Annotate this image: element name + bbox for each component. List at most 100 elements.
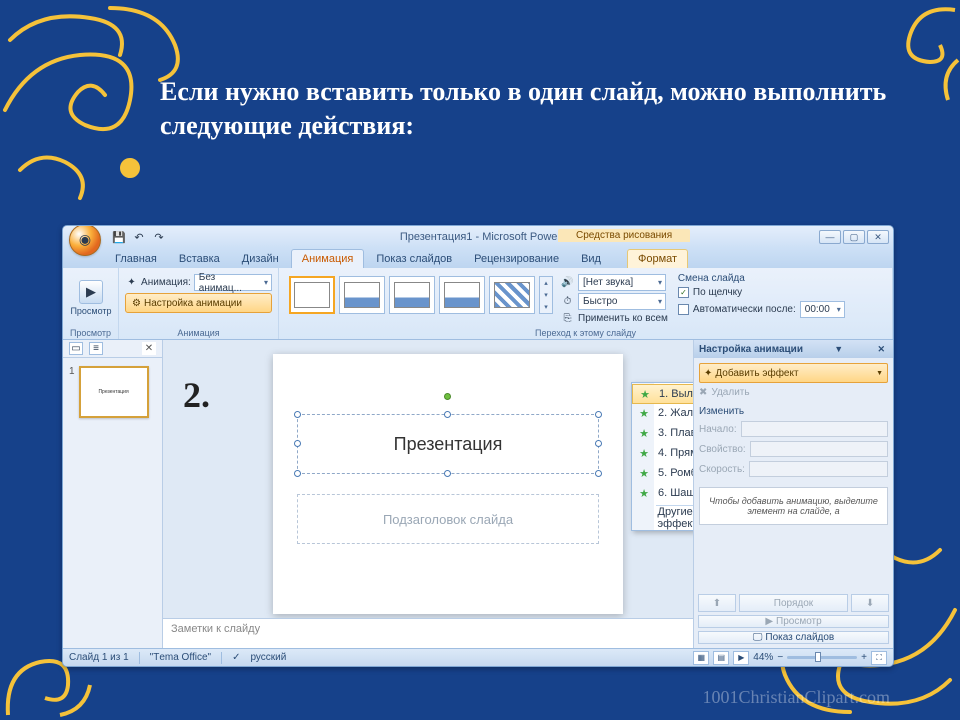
- instruction-headline: Если нужно вставить только в один слайд,…: [160, 75, 900, 143]
- tab-slideshow[interactable]: Показ слайдов: [366, 250, 462, 268]
- title-placeholder[interactable]: Презентация: [297, 414, 599, 474]
- transition-item[interactable]: [489, 276, 535, 314]
- tab-animation[interactable]: Анимация: [291, 249, 365, 268]
- taskpane-title: Настройка анимации: [699, 344, 803, 355]
- view-sorter[interactable]: ▤: [713, 651, 729, 665]
- preset-box[interactable]: ★4. Прямоугольник: [632, 443, 693, 463]
- minimize-button[interactable]: —: [819, 230, 841, 244]
- change-header: Изменить: [699, 406, 888, 417]
- sound-combo[interactable]: [Нет звука]: [578, 274, 666, 291]
- resize-handle[interactable]: [294, 411, 301, 418]
- star-icon: ★: [636, 405, 652, 421]
- reorder-up: ⬆: [698, 594, 736, 612]
- zoom-slider[interactable]: [787, 656, 857, 659]
- office-button[interactable]: ◉: [69, 225, 101, 256]
- transition-item[interactable]: [439, 276, 485, 314]
- preset-float[interactable]: ★3. Плавающий: [632, 423, 693, 443]
- notes-pane[interactable]: Заметки к слайду: [163, 618, 693, 648]
- preset-diamond[interactable]: ★5. Ромб: [632, 463, 693, 483]
- start-label: Начало:: [699, 424, 737, 435]
- resize-handle[interactable]: [595, 470, 602, 477]
- preview-icon: ▶: [79, 280, 103, 304]
- subtitle-placeholder[interactable]: Подзаголовок слайда: [297, 494, 599, 544]
- maximize-button[interactable]: ▢: [843, 230, 865, 244]
- auto-after-time[interactable]: 00:00: [800, 301, 845, 318]
- tab-view[interactable]: Вид: [571, 250, 611, 268]
- preset-checker[interactable]: ★6. Шашки: [632, 483, 693, 503]
- save-icon[interactable]: 💾: [111, 229, 127, 245]
- zoom-percent[interactable]: 44%: [753, 652, 773, 663]
- group-label-transition: Переход к этому слайду: [279, 328, 892, 338]
- custom-animation-icon: ⚙: [132, 298, 141, 309]
- animate-icon: ✦: [125, 276, 138, 290]
- resize-handle[interactable]: [444, 470, 451, 477]
- reorder-down: ⬇: [851, 594, 889, 612]
- speed-icon: ⏱: [561, 295, 574, 308]
- transition-item[interactable]: [389, 276, 435, 314]
- slide-change-header: Смена слайда: [678, 273, 845, 284]
- preview-button[interactable]: ▶ Просмотр: [69, 270, 113, 326]
- transition-more[interactable]: ▴▾▾: [539, 276, 553, 314]
- window-title: Презентация1 - Microsoft PowerPoint: [167, 231, 819, 243]
- status-language[interactable]: русский: [250, 652, 286, 663]
- slide-thumbnail[interactable]: Презентация: [79, 366, 149, 418]
- taskpane-close[interactable]: ✕: [874, 344, 888, 355]
- property-combo: [750, 441, 888, 457]
- tab-home[interactable]: Главная: [105, 250, 167, 268]
- thumbnails-tab-slides[interactable]: ▭: [69, 342, 83, 355]
- play-button: ▶Просмотр: [698, 615, 889, 628]
- taskpane-dropdown-icon[interactable]: ▼: [834, 344, 843, 354]
- preset-blinds[interactable]: ★2. Жалюзи: [632, 403, 693, 423]
- title-text: Презентация: [394, 434, 503, 455]
- speed-combo[interactable]: Быстро: [578, 293, 666, 310]
- slideshow-icon: 🖵: [753, 632, 763, 643]
- slide[interactable]: Презентация Подзаголовок слайда: [273, 354, 623, 614]
- close-button[interactable]: ✕: [867, 230, 889, 244]
- add-effect-button[interactable]: ✦ Добавить эффект: [699, 363, 888, 383]
- star-icon: ★: [636, 425, 652, 441]
- tab-insert[interactable]: Вставка: [169, 250, 230, 268]
- thumbnails-tab-outline[interactable]: ≡: [89, 342, 103, 355]
- view-normal[interactable]: ▦: [693, 651, 709, 665]
- spellcheck-icon[interactable]: ✓: [232, 652, 240, 663]
- auto-after-checkbox[interactable]: [678, 304, 689, 315]
- undo-icon[interactable]: ↶: [131, 229, 147, 245]
- resize-handle[interactable]: [294, 470, 301, 477]
- view-slideshow[interactable]: ▶: [733, 651, 749, 665]
- resize-handle[interactable]: [595, 411, 602, 418]
- transition-none[interactable]: [289, 276, 335, 314]
- custom-animation-button[interactable]: ⚙ Настройка анимации: [125, 293, 272, 313]
- zoom-in[interactable]: +: [861, 652, 867, 663]
- rotate-handle[interactable]: [444, 393, 451, 400]
- remove-icon: ✖: [699, 387, 707, 398]
- status-slide: Слайд 1 из 1: [69, 652, 129, 663]
- resize-handle[interactable]: [595, 440, 602, 447]
- slideshow-button[interactable]: 🖵Показ слайдов: [698, 631, 889, 644]
- speed-label: Скорость:: [699, 464, 745, 475]
- on-click-label: По щелчку: [693, 287, 742, 298]
- preset-flyin[interactable]: ★1. Вылет: [632, 384, 693, 404]
- transition-item[interactable]: [339, 276, 385, 314]
- animate-combo[interactable]: Без анимац...: [194, 274, 272, 291]
- play-icon: ▶: [765, 616, 773, 627]
- status-bar: Слайд 1 из 1 "Тema Office" ✓ русский ▦ ▤…: [63, 648, 893, 666]
- apply-to-all[interactable]: ⎘Применить ко всем: [561, 312, 668, 325]
- tab-review[interactable]: Рецензирование: [464, 250, 569, 268]
- transition-gallery[interactable]: ▴▾▾: [285, 270, 557, 325]
- fit-to-window[interactable]: ⛶: [871, 651, 887, 665]
- zoom-out[interactable]: −: [777, 652, 783, 663]
- sound-icon: 🔊: [561, 276, 574, 289]
- preset-more[interactable]: Другие эффекты...: [632, 508, 693, 528]
- watermark: 1001ChristianClipart.com: [703, 687, 890, 708]
- tab-design[interactable]: Дизайн: [232, 250, 289, 268]
- status-theme: "Тema Office": [150, 652, 211, 663]
- tab-format[interactable]: Формат: [627, 249, 688, 268]
- contextual-tools-label: Средства рисования: [558, 229, 690, 242]
- thumbnails-close[interactable]: ✕: [142, 342, 156, 355]
- resize-handle[interactable]: [294, 440, 301, 447]
- resize-handle[interactable]: [444, 411, 451, 418]
- speed-combo: [749, 461, 888, 477]
- group-label-animation: Анимация: [119, 328, 278, 338]
- redo-icon[interactable]: ↷: [151, 229, 167, 245]
- on-click-checkbox[interactable]: ✓: [678, 287, 689, 298]
